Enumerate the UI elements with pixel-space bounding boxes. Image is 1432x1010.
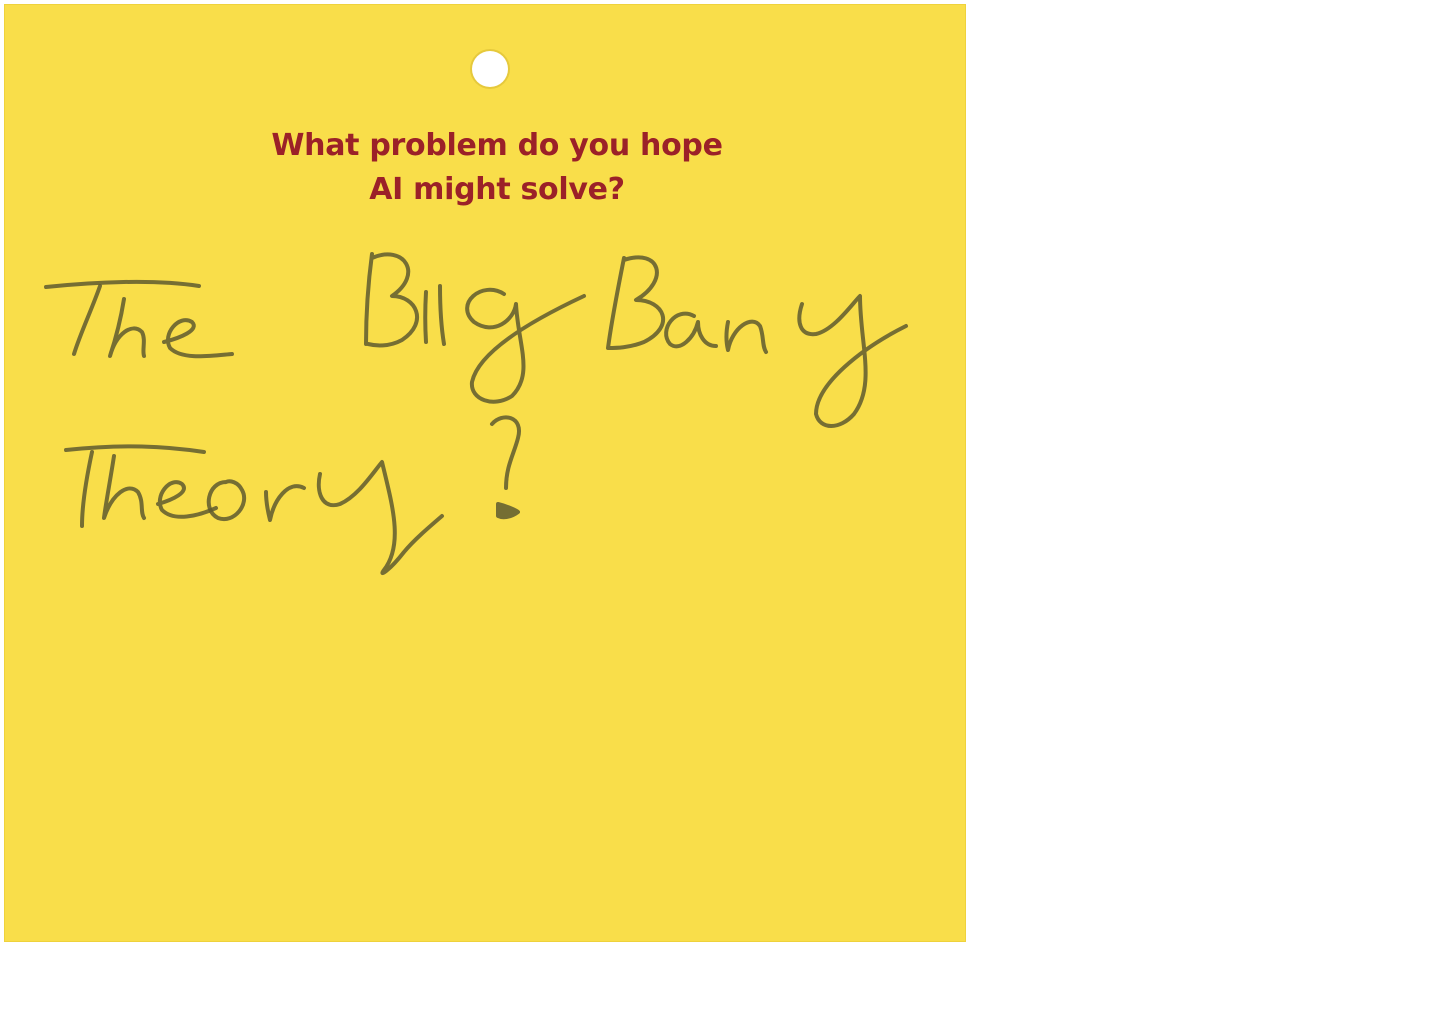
stroke-T-stem	[72, 284, 102, 356]
stroke-a	[664, 311, 718, 349]
stroke-i2	[438, 284, 446, 346]
stroke-B2	[606, 255, 666, 350]
stroke-qmark	[490, 415, 521, 490]
stroke-qmark-dot	[496, 502, 520, 520]
stroke-y	[316, 460, 444, 576]
stroke-T2	[64, 444, 206, 454]
stroke-B	[364, 252, 420, 348]
stroke-n	[724, 319, 768, 354]
stroke-r	[264, 484, 306, 522]
stroke-e	[162, 318, 234, 359]
stroke-g	[465, 287, 586, 404]
page: What problem do you hope AI might solve?	[0, 0, 1432, 1010]
stroke-T	[44, 279, 201, 289]
stroke-h	[108, 297, 146, 358]
stroke-T2-stem	[80, 450, 94, 528]
stroke-g2	[797, 294, 908, 428]
stroke-i	[423, 290, 428, 344]
stroke-o	[206, 479, 246, 522]
stroke-h2	[102, 454, 146, 520]
handwritten-answer	[44, 252, 908, 576]
yellow-feedback-card: What problem do you hope AI might solve?	[4, 4, 966, 942]
